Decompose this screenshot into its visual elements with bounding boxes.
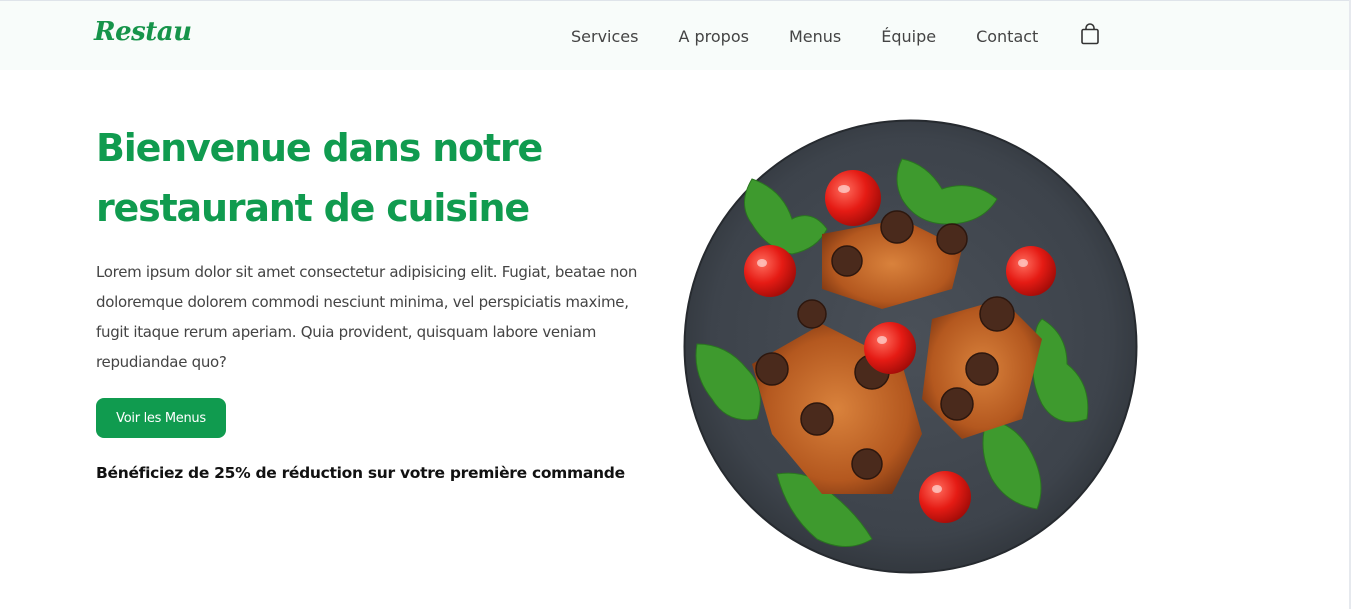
view-menus-button[interactable]: Voir les Menus <box>96 398 226 438</box>
hero-description: Lorem ipsum dolor sit amet consectetur a… <box>96 263 638 371</box>
nav-menu: Services A propos Menus Équipe Contact <box>571 27 1078 46</box>
shopping-bag-icon[interactable] <box>1080 23 1100 45</box>
nav-link-equipe[interactable]: Équipe <box>881 27 936 46</box>
nav-link-menus[interactable]: Menus <box>789 27 841 46</box>
navbar: Restau Services A propos Menus Équipe Co… <box>0 0 1351 70</box>
promo-text: Bénéficiez de 25% de réduction sur votre… <box>96 464 625 482</box>
nav-link-services[interactable]: Services <box>571 27 638 46</box>
nav-link-a-propos[interactable]: A propos <box>678 27 748 46</box>
hero-title: Bienvenue dans notre restaurant de cuisi… <box>96 126 543 230</box>
nav-link-contact[interactable]: Contact <box>976 27 1038 46</box>
logo[interactable]: Restau <box>94 17 192 47</box>
hero-food-image <box>682 119 1139 574</box>
